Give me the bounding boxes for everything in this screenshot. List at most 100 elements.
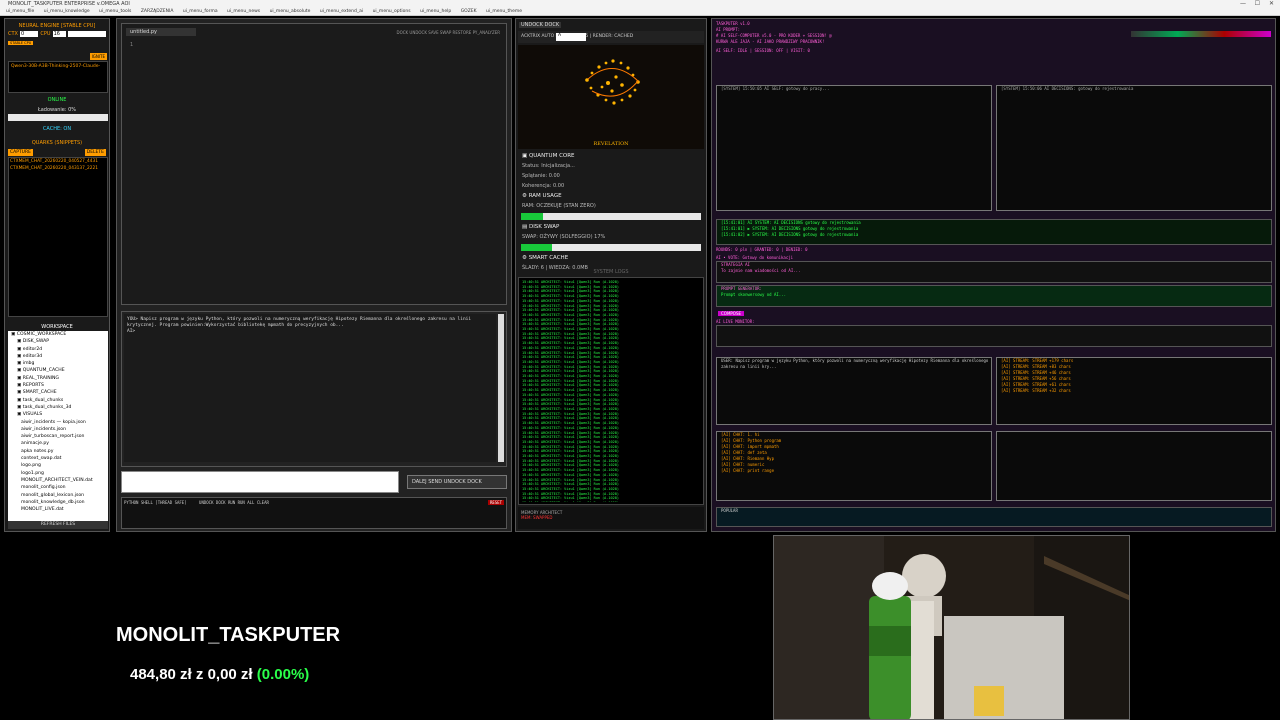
stable-badge: STABLE CPU: [8, 41, 34, 45]
file-tree-item[interactable]: ▣ task_dual_chunks_3d: [11, 404, 108, 411]
editor-toolbar[interactable]: DOCK UNDOCK SAVE SWAP RESTORE PY_ANALYZE…: [396, 30, 500, 35]
neural-engine-panel: NEURAL ENGINE [STABLE CPU] CTX 0 CPU 16 …: [4, 18, 110, 532]
editor-tab[interactable]: untitled.py: [126, 28, 196, 36]
python-shell[interactable]: PYTHON SHELL [THREAD SAFE] UNDOCK DOCK R…: [121, 497, 507, 529]
menu-item-gozek[interactable]: GOZEK: [461, 9, 477, 14]
mid-tabs[interactable]: UNDOCK DOCK: [519, 22, 562, 28]
file-tree-item[interactable]: ▣ VISUALS: [11, 411, 108, 418]
menu-item-help[interactable]: ui_menu_help: [420, 9, 451, 14]
file-tree-item[interactable]: ▣ imbg: [11, 360, 108, 367]
menu-item-extend-ai[interactable]: ui_menu_extend_ai: [320, 9, 363, 14]
file-tree-item[interactable]: monolit_global_lexicon.json: [11, 492, 108, 499]
engine-status: ONLINE: [47, 97, 67, 103]
cpu-label: CPU: [40, 31, 51, 37]
file-tree-item[interactable]: monolit_config.json: [11, 484, 108, 491]
render-bar: ACKTRIX AUTO RESET FPS: 25 | RENDER: CAC…: [518, 31, 704, 43]
ignite-button[interactable]: IGNITE: [89, 53, 107, 60]
file-tree-item[interactable]: logo.png: [11, 462, 108, 469]
ai-title: TASKPUTER v1.0: [716, 21, 750, 26]
console-user-message: YOU> Napisz program w języku Python, któ…: [127, 317, 472, 328]
file-tree[interactable]: ▣ COSMIC_WORKSPACE ▣ DISK_SWAP ▣ editor2d ▣…: [8, 331, 108, 521]
menu-item-zarzadzenia[interactable]: ZARZĄDZENIA: [141, 9, 174, 14]
maximize-icon[interactable]: ☐: [1255, 0, 1260, 8]
file-tree-item[interactable]: context_swap.dat: [11, 455, 108, 462]
ram-bar: [521, 213, 701, 220]
quarks-header: QUARKS (SNIPPETS): [31, 140, 83, 146]
file-tree-item[interactable]: ▣ task_dual_chunks: [11, 397, 108, 404]
compose-button[interactable]: COMPOSE: [718, 311, 745, 316]
menu-item-absolute[interactable]: ui_menu_absolute: [270, 9, 311, 14]
file-tree-item[interactable]: logo1.png: [11, 470, 108, 477]
snippet-item[interactable]: CTXMEM_CHAT_20260220_040527_4431: [9, 158, 107, 165]
menu-item-tools[interactable]: ui_menu_tools: [99, 9, 131, 14]
file-tree-item[interactable]: MONOLIT_ARCHITECT_VEIN.dat: [11, 477, 108, 484]
file-tree-item[interactable]: animacje.py: [11, 440, 108, 447]
menu-bar: ui_menu_file ui_menu_knowledge ui_menu_t…: [0, 8, 1280, 16]
ai-self-log: [SYSTEM] 15:50:05 AI SELF: gotowy do pra…: [716, 85, 992, 211]
file-tree-item[interactable]: ▣ REAL_TRAINING: [11, 375, 108, 382]
delete-button[interactable]: DELETE: [84, 149, 106, 156]
menu-item-theme[interactable]: ui_menu_theme: [486, 9, 522, 14]
quantum-visual: REVELATION: [518, 45, 704, 149]
file-tree-item[interactable]: aiwir_turboscan_report.json: [11, 433, 108, 440]
file-tree-item[interactable]: ▣ REPORTS: [11, 382, 108, 389]
strategy-text: To zajmie nam wiadomości od AI...: [721, 268, 801, 273]
ai-decisions-log-text: [SYSTEM] 15:50:06 AI DECISIONS: gotowy d…: [1001, 86, 1134, 91]
file-tree-item[interactable]: monolit_knowledge_db.json: [11, 499, 108, 506]
system-logs[interactable]: 15:40:51 ARCHITECT: Vizu1 [Qwen3] Run (A…: [518, 277, 704, 505]
file-tree-item[interactable]: ▣ QUANTUM_CACHE: [11, 367, 108, 374]
python-shell-title: PYTHON SHELL [THREAD SAFE]: [124, 500, 187, 505]
file-tree-item[interactable]: ▣ editor3d: [11, 353, 108, 360]
close-icon[interactable]: ✕: [1269, 0, 1274, 8]
refresh-files-button[interactable]: REFRESH FILES: [8, 521, 108, 529]
workspace-header: WORKSPACE: [41, 324, 73, 330]
window-title-bar: MONOLIT_TASKPUTER ENTERPRISE v.OMEGA AOI…: [0, 0, 1280, 8]
ai-stream-box: [AI] STREAM: STREAM +179 chars [AI] STRE…: [996, 357, 1272, 425]
menu-item-news[interactable]: ui_menu_news: [227, 9, 260, 14]
popular-bar: POPULAR: [716, 507, 1272, 527]
minimize-icon[interactable]: —: [1240, 0, 1246, 8]
capture-button[interactable]: CAPTURE: [8, 149, 33, 156]
ctx-label: CTX: [8, 31, 18, 37]
menu-item-options[interactable]: ui_menu_options: [373, 9, 411, 14]
python-shell-tabs[interactable]: UNDOCK DOCK RUN RUN ALL CLEAR: [199, 500, 269, 505]
file-tree-item[interactable]: ▣ SMART_CACHE: [11, 389, 108, 396]
webcam-image: [774, 536, 1129, 719]
window-title: MONOLIT_TASKPUTER ENTERPRISE v.OMEGA AOI: [8, 1, 130, 7]
chat-line: [AI] CHAT: print range: [721, 468, 774, 473]
command-input[interactable]: [121, 471, 399, 493]
webcam-feed: [773, 535, 1130, 720]
neural-engine-header: NEURAL ENGINE [STABLE CPU]: [18, 23, 96, 29]
ai-toolbar-buttons[interactable]: [1131, 31, 1271, 37]
file-tree-item[interactable]: aiwir_incidents — kopia.json: [11, 419, 108, 426]
ai-console-log: [15:41:01] AI SYSTEM: AI DECISIONS gotow…: [716, 219, 1272, 245]
memory-architect-status: MEM: SWAPPED: [521, 515, 553, 520]
file-tree-item[interactable]: MONOLIT_LIVE.dat: [11, 506, 108, 513]
acktrix-input[interactable]: A: [556, 33, 586, 41]
file-tree-item[interactable]: apka notes.py: [11, 448, 108, 455]
cpu-input[interactable]: 16: [52, 31, 66, 37]
file-tree-item[interactable]: ▣ DISK_SWAP: [11, 338, 108, 345]
ai-console-line: [15:41:02] ▶ SYSTEM: AI DECISIONS gotowy…: [721, 232, 859, 237]
console-scrollbar[interactable]: [498, 314, 504, 462]
quantum-ring-icon: [585, 59, 640, 105]
editor-area[interactable]: untitled.py DOCK UNDOCK SAVE SWAP RESTOR…: [121, 23, 507, 305]
ai-chat-box: [AI] CHAT: 1. hi [AI] CHAT: Python progr…: [716, 431, 992, 501]
ai-decisions-log: [SYSTEM] 15:50:06 AI DECISIONS: gotowy d…: [996, 85, 1272, 211]
send-controls[interactable]: DALEJ SEND UNDOCK DOCK: [407, 475, 507, 489]
price-z: z: [195, 666, 204, 683]
ctx-input[interactable]: 0: [19, 31, 39, 37]
engine-select[interactable]: [67, 31, 106, 37]
menu-item-file[interactable]: ui_menu_file: [6, 9, 34, 14]
menu-item-knowledge[interactable]: ui_menu_knowledge: [44, 9, 90, 14]
swap-text: SWAP: OŻYWY (SOLFEGGIO) 17%: [522, 234, 606, 240]
shell-reset-button[interactable]: RESET: [487, 500, 504, 505]
file-tree-item[interactable]: ▣ editor2d: [11, 346, 108, 353]
stream-price: 484,80 zł z 0,00 zł (0.00%): [130, 666, 309, 683]
menu-item-forma[interactable]: ui_menu_forma: [183, 9, 218, 14]
file-tree-item[interactable]: ▣ COSMIC_WORKSPACE: [11, 331, 108, 338]
file-tree-item[interactable]: aiwir_incidents.json: [11, 426, 108, 433]
ram-text: RAM: OCZEKUJE (STAN ZERO): [522, 203, 596, 209]
snippet-item[interactable]: CTXMEM_CHAT_20260220_043137_2221: [9, 165, 107, 172]
model-name[interactable]: Qwen3-30B-A3B-Thinking-2507-Claude-: [9, 62, 107, 71]
